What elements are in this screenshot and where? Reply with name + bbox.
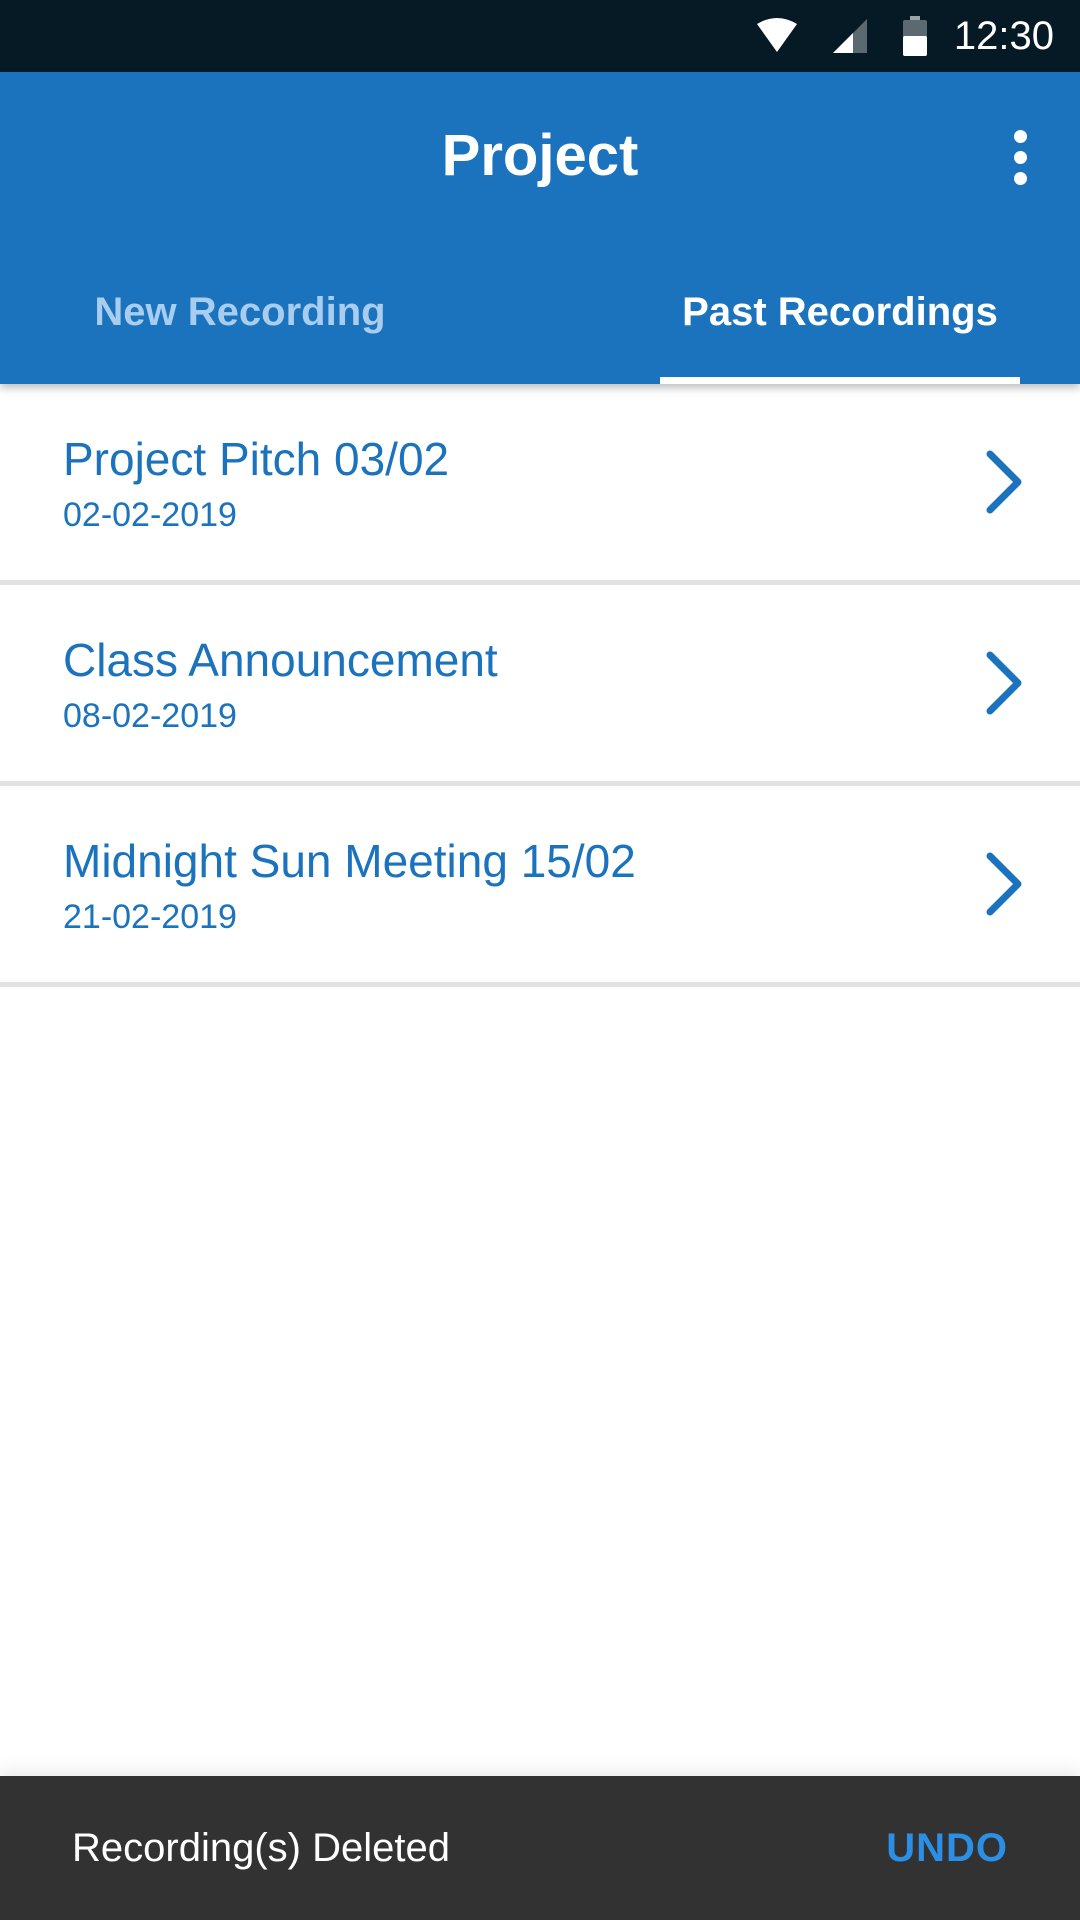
status-time: 12:30 — [953, 14, 1054, 58]
app-title: Project — [441, 123, 639, 188]
recording-date: 02-02-2019 — [63, 496, 237, 534]
list-item[interactable]: Midnight Sun Meeting 15/02 21-02-2019 — [0, 786, 1080, 987]
recording-date: 08-02-2019 — [63, 697, 237, 735]
battery-icon — [902, 16, 928, 56]
recording-date: 21-02-2019 — [63, 898, 237, 936]
app-bar: Project New Recording Past Recordings — [0, 72, 1080, 384]
tab-past-recordings[interactable]: Past Recordings — [660, 240, 1020, 384]
recording-title: Class Announcement — [63, 634, 498, 686]
more-vert-icon[interactable] — [990, 122, 1050, 192]
recording-title: Midnight Sun Meeting 15/02 — [63, 835, 636, 887]
status-icons: 12:30 — [756, 0, 1054, 72]
chevron-right-icon — [986, 450, 1022, 514]
tab-new-recording[interactable]: New Recording — [60, 240, 420, 384]
status-bar: 12:30 — [0, 0, 1080, 72]
screen: 12:30 Project New Recording Past Recordi… — [0, 0, 1080, 1920]
chevron-right-icon — [986, 651, 1022, 715]
snackbar-message: Recording(s) Deleted — [72, 1826, 450, 1870]
recording-title: Project Pitch 03/02 — [63, 433, 450, 485]
tab-bar: New Recording Past Recordings — [0, 240, 1080, 384]
recordings-list: Project Pitch 03/02 02-02-2019 Class Ann… — [0, 384, 1080, 987]
snackbar: Recording(s) Deleted UNDO — [0, 1776, 1080, 1920]
list-item[interactable]: Project Pitch 03/02 02-02-2019 — [0, 384, 1080, 585]
chevron-right-icon — [986, 852, 1022, 916]
list-item[interactable]: Class Announcement 08-02-2019 — [0, 585, 1080, 786]
tab-indicator — [660, 377, 1020, 384]
wifi-icon — [756, 18, 798, 54]
undo-button[interactable]: UNDO — [886, 1776, 1008, 1920]
cell-signal-icon — [832, 18, 868, 54]
